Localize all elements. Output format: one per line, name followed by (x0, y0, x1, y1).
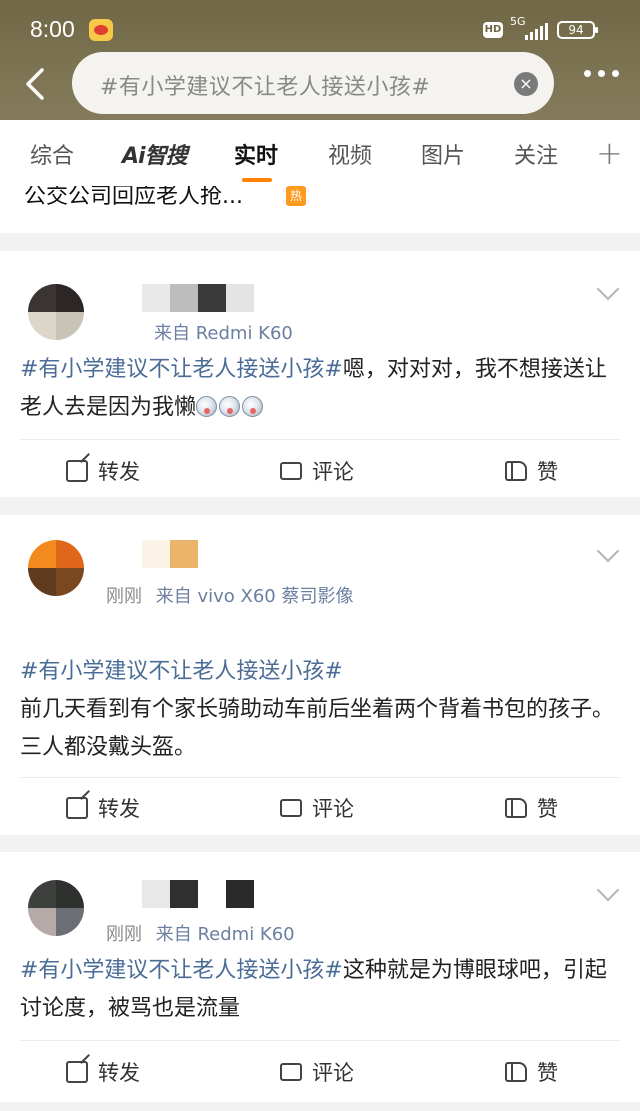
avatar[interactable] (28, 880, 84, 936)
tab-images[interactable]: 图片 (421, 138, 465, 170)
like-button[interactable]: 赞 (505, 793, 558, 823)
post-card: 来自 Redmi K60 #有小学建议不让老人接送小孩#嗯，对对对，我不想接送让… (0, 251, 640, 497)
post-meta: 刚刚 来自 Redmi K60 (106, 920, 295, 946)
username-blurred[interactable] (142, 540, 226, 568)
repost-label: 转发 (98, 797, 140, 821)
divider (20, 439, 620, 440)
thumbs-up-icon (505, 461, 527, 481)
like-label: 赞 (537, 1061, 558, 1085)
repost-button[interactable]: 转发 (66, 793, 140, 823)
like-label: 赞 (537, 460, 558, 484)
thumbs-up-icon (505, 1062, 527, 1082)
hd-icon: HD (483, 22, 503, 38)
like-label: 赞 (537, 797, 558, 821)
thumbs-up-icon (505, 798, 527, 818)
comment-label: 评论 (312, 1061, 354, 1085)
tab-realtime[interactable]: 实时 (234, 138, 278, 170)
status-time: 8:00 (30, 16, 75, 42)
signal-icon (525, 22, 548, 40)
back-arrow-icon (26, 68, 44, 100)
post-source: 来自 vivo X60 蔡司影像 (155, 586, 354, 607)
previous-post-snippet: 公交公司回应老人抢... (24, 186, 243, 209)
hashtag-link[interactable]: #有小学建议不让老人接送小孩# (20, 958, 343, 983)
share-icon (66, 797, 88, 819)
chevron-down-icon[interactable] (596, 539, 620, 563)
previous-post-fragment[interactable]: 公交公司回应老人抢... 热 (0, 186, 640, 233)
divider (20, 1040, 620, 1041)
avatar[interactable] (28, 284, 84, 340)
network-type: 5G (510, 15, 526, 28)
repost-button[interactable]: 转发 (66, 456, 140, 486)
emoji-icon (196, 396, 218, 417)
post-source: 来自 Redmi K60 (154, 323, 293, 344)
post-source: 来自 Redmi K60 (155, 924, 295, 945)
post-meta: 来自 Redmi K60 (106, 319, 293, 345)
post-body: #有小学建议不让老人接送小孩#嗯，对对对，我不想接送让老人去是因为我懒 (20, 351, 620, 427)
post-time: 刚刚 (106, 924, 142, 945)
repost-button[interactable]: 转发 (66, 1057, 140, 1087)
tab-comprehensive[interactable]: 综合 (30, 138, 74, 170)
tab-ai-search[interactable]: Ai智搜 (122, 138, 188, 170)
tab-video[interactable]: 视频 (328, 138, 372, 170)
more-options-icon[interactable] (584, 70, 619, 77)
repost-label: 转发 (98, 460, 140, 484)
add-tab-icon[interactable]: + (596, 134, 623, 172)
hashtag-link[interactable]: #有小学建议不让老人接送小孩# (20, 659, 343, 684)
chevron-down-icon[interactable] (596, 277, 620, 301)
username-blurred[interactable] (114, 880, 254, 908)
comment-button[interactable]: 评论 (280, 456, 354, 486)
search-input[interactable]: #有小学建议不让老人接送小孩# × (72, 52, 554, 114)
comment-icon (280, 793, 302, 817)
weibo-notification-icon (89, 19, 113, 41)
hot-badge: 热 (286, 186, 306, 206)
emoji-icon (219, 396, 241, 417)
comment-icon (280, 1057, 302, 1081)
divider (20, 777, 620, 778)
hashtag-link[interactable]: #有小学建议不让老人接送小孩# (20, 357, 343, 382)
avatar[interactable] (28, 540, 84, 596)
post-time: 刚刚 (106, 586, 142, 607)
post-body: #有小学建议不让老人接送小孩#这种就是为博眼球吧，引起讨论度，被骂也是流量 (20, 952, 620, 1028)
battery-icon: 94 (557, 21, 598, 39)
status-bar: 8:00 HD 5G 94 (0, 0, 640, 56)
share-icon (66, 460, 88, 482)
comment-label: 评论 (312, 460, 354, 484)
post-card: 刚刚 来自 vivo X60 蔡司影像 #有小学建议不让老人接送小孩# 前几天看… (0, 515, 640, 835)
top-header: 8:00 HD 5G 94 #有小学建议不让老人接送小孩# × (0, 0, 640, 120)
like-button[interactable]: 赞 (505, 1057, 558, 1087)
tab-bar: 综合 Ai智搜 实时 视频 图片 关注 (0, 120, 640, 186)
username-blurred[interactable] (142, 284, 254, 312)
comment-label: 评论 (312, 797, 354, 821)
repost-label: 转发 (98, 1061, 140, 1085)
like-button[interactable]: 赞 (505, 456, 558, 486)
chevron-down-icon[interactable] (596, 878, 620, 902)
comment-button[interactable]: 评论 (280, 1057, 354, 1087)
comment-icon (280, 456, 302, 480)
back-button[interactable] (20, 64, 56, 104)
active-tab-indicator (242, 178, 272, 182)
clear-search-icon[interactable]: × (514, 72, 538, 96)
post-card: 刚刚 来自 Redmi K60 #有小学建议不让老人接送小孩#这种就是为博眼球吧… (0, 852, 640, 1102)
search-query: #有小学建议不让老人接送小孩# (100, 75, 431, 100)
post-text: 前几天看到有个家长骑助动车前后坐着两个背着书包的孩子。 三人都没戴头盔。 (20, 697, 615, 760)
post-body: #有小学建议不让老人接送小孩# 前几天看到有个家长骑助动车前后坐着两个背着书包的… (20, 615, 620, 767)
emoji-icon (242, 396, 264, 417)
tab-following[interactable]: 关注 (514, 138, 558, 170)
share-icon (66, 1061, 88, 1083)
post-meta: 刚刚 来自 vivo X60 蔡司影像 (106, 582, 353, 608)
comment-button[interactable]: 评论 (280, 793, 354, 823)
